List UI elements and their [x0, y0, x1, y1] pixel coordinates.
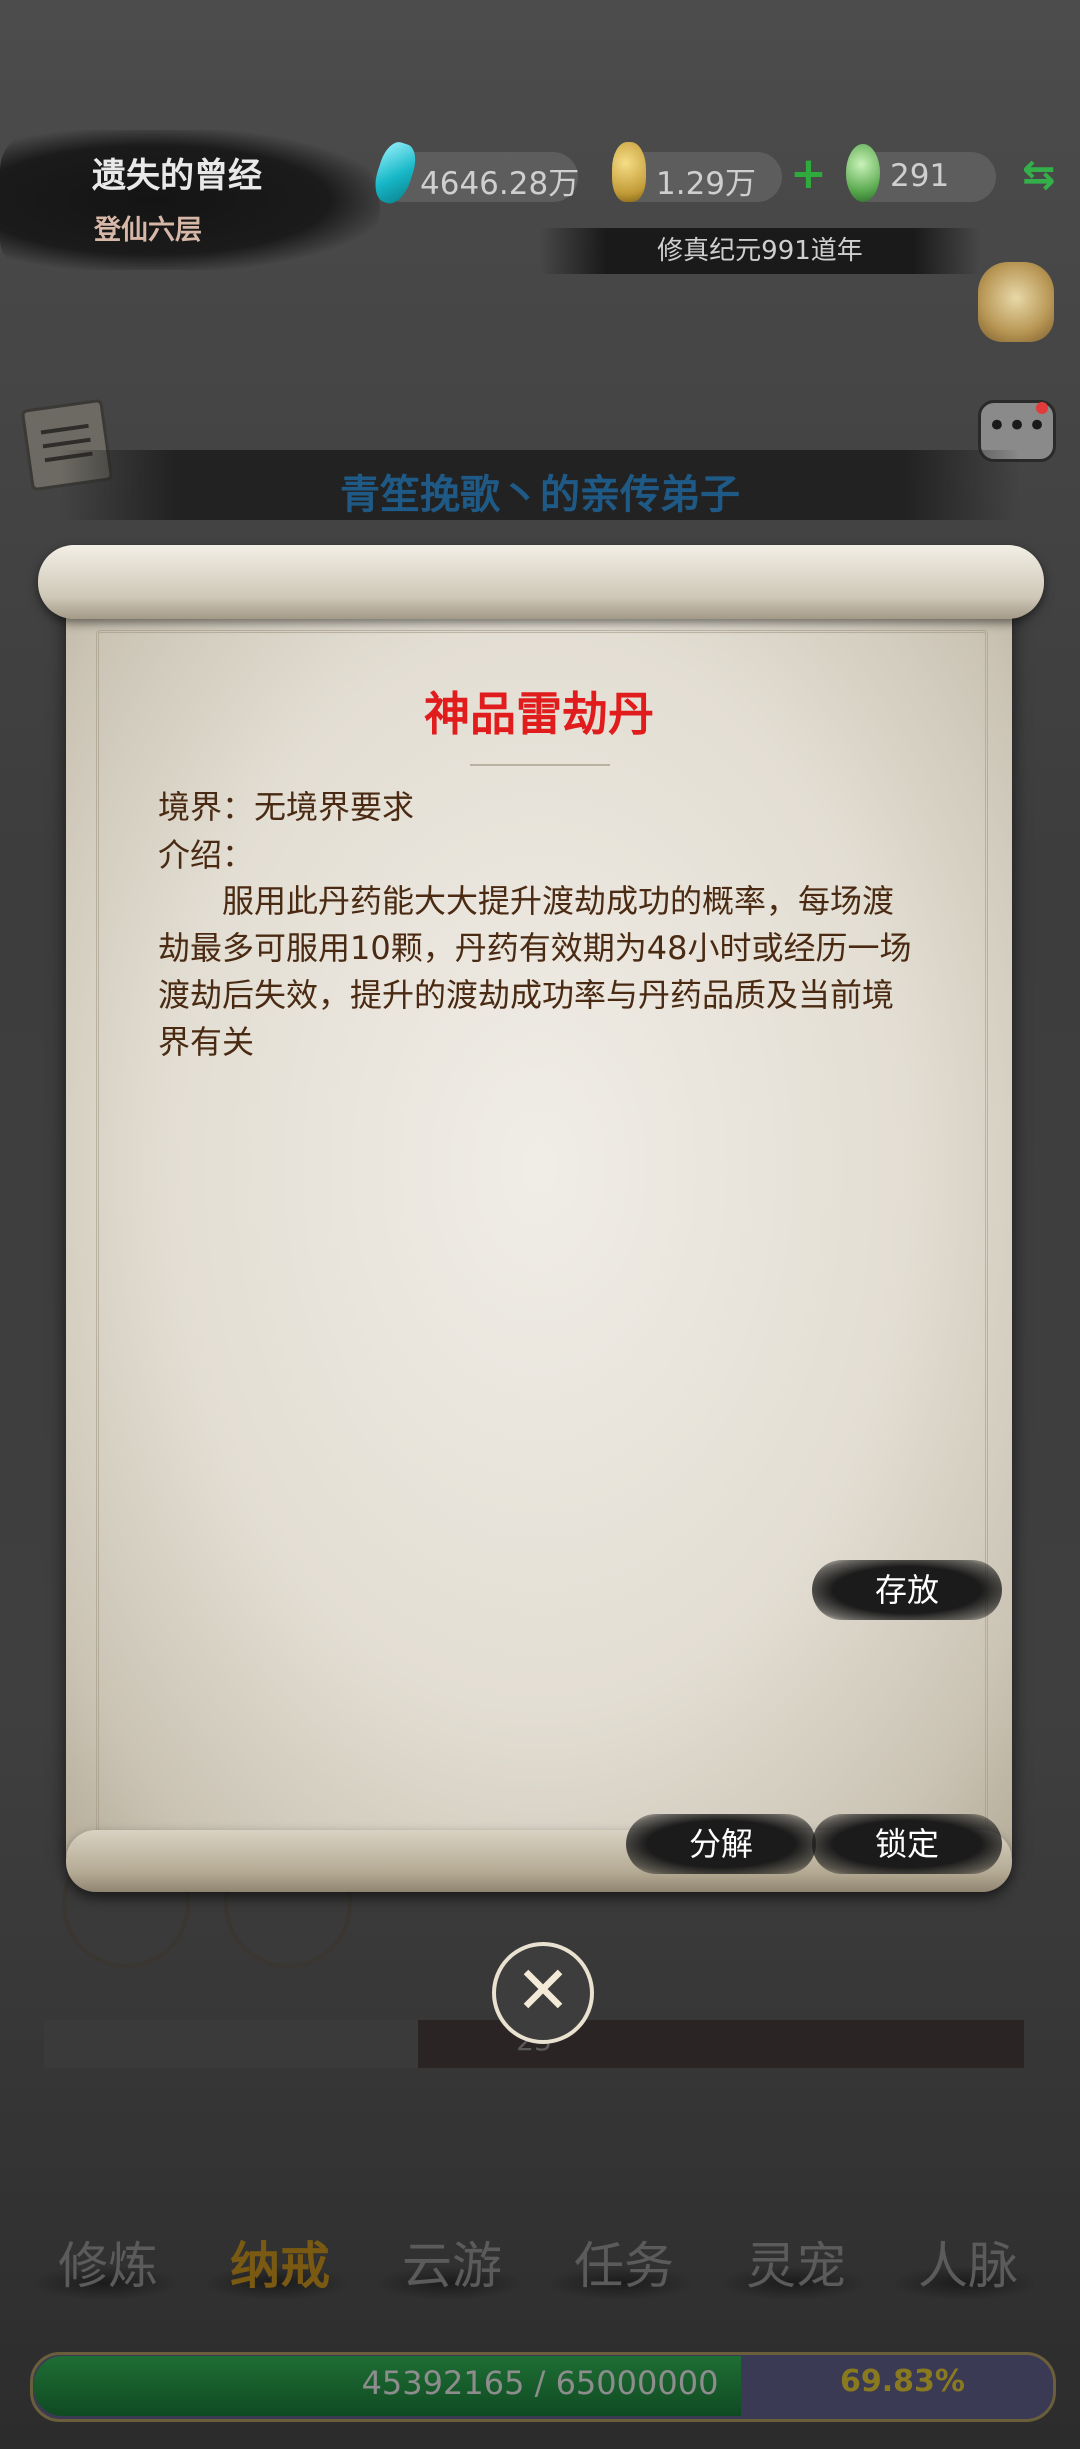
era-label: 修真纪元991道年 — [657, 236, 863, 266]
swap-icon[interactable]: ⇆ — [1022, 152, 1056, 198]
exp-percent: 69.83% — [840, 2364, 965, 2399]
tab-connections[interactable]: 人脉 — [888, 2226, 1048, 2298]
plus-icon[interactable]: + — [790, 148, 827, 199]
spirit-stone-value: 4646.28万 — [420, 166, 580, 202]
notification-dot — [1036, 402, 1048, 414]
lock-button[interactable]: 锁定 — [812, 1814, 1002, 1874]
scroll-roll-top — [38, 545, 1044, 619]
title-ornament — [470, 764, 610, 776]
item-realm: 境界：无境界要求 — [158, 788, 415, 826]
item-intro-label: 介绍： — [158, 836, 255, 874]
close-button[interactable]: ✕ — [492, 1942, 594, 2044]
item-name: 神品雷劫丹 — [424, 687, 654, 741]
decompose-button[interactable]: 分解 — [626, 1814, 816, 1874]
jade-value: 291 — [890, 158, 950, 194]
treasure-bag-icon[interactable] — [978, 262, 1054, 342]
close-icon: ✕ — [515, 1952, 571, 2029]
tab-wander[interactable]: 云游 — [372, 2226, 532, 2298]
disciple-banner: 青笙挽歌丶的亲传弟子 — [340, 472, 740, 518]
tab-cultivate[interactable]: 修炼 — [28, 2226, 188, 2298]
tab-spirit-pet[interactable]: 灵宠 — [716, 2226, 876, 2298]
store-button[interactable]: 存放 — [812, 1560, 1002, 1620]
gold-coin-value: 1.29万 — [656, 166, 757, 202]
item-description: 服用此丹药能大大提升渡劫成功的概率，每场渡劫最多可服用10颗，丹药有效期为48小… — [158, 882, 912, 1061]
player-name: 遗失的曾经 — [92, 156, 262, 196]
player-realm: 登仙六层 — [94, 215, 202, 246]
tab-tasks[interactable]: 任务 — [544, 2226, 704, 2298]
tab-storage-ring[interactable]: 纳戒 — [200, 2226, 360, 2298]
jade-icon — [846, 144, 880, 202]
gold-coin-icon — [612, 142, 646, 202]
